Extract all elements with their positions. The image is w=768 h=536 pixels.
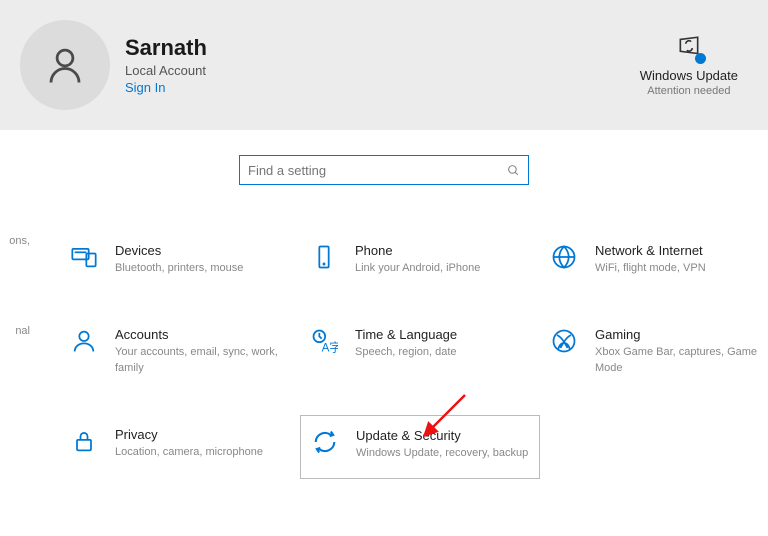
category-sub: Speech, region, date: [355, 345, 457, 360]
cropped-left-column: ons, nal: [0, 235, 30, 415]
header-bar: Sarnath Local Account Sign In Windows Up…: [0, 0, 768, 130]
category-title: Network & Internet: [595, 243, 706, 258]
category-sub: Bluetooth, printers, mouse: [115, 261, 243, 276]
category-title: Gaming: [595, 327, 768, 342]
category-title: Update & Security: [356, 428, 528, 443]
category-title: Devices: [115, 243, 243, 258]
category-time-language[interactable]: A字 Time & Language Speech, region, date: [300, 319, 540, 384]
lock-icon: [68, 427, 100, 455]
category-title: Privacy: [115, 427, 263, 442]
signin-link[interactable]: Sign In: [125, 80, 207, 95]
time-language-icon: A字: [308, 327, 340, 355]
sync-badge-icon: [674, 34, 704, 62]
categories-grid: Devices Bluetooth, printers, mouse Phone…: [0, 235, 768, 479]
category-accounts[interactable]: Accounts Your accounts, email, sync, wor…: [60, 319, 300, 384]
phone-icon: [308, 243, 340, 271]
user-block[interactable]: Sarnath Local Account Sign In: [20, 20, 207, 110]
avatar: [20, 20, 110, 110]
xbox-icon: [548, 327, 580, 355]
category-title: Time & Language: [355, 327, 457, 342]
category-gaming[interactable]: Gaming Xbox Game Bar, captures, Game Mod…: [540, 319, 768, 384]
windows-update-tile[interactable]: Windows Update Attention needed: [640, 34, 738, 97]
category-sub: Location, camera, microphone: [115, 445, 263, 460]
category-sub: Windows Update, recovery, backup: [356, 446, 528, 461]
user-info: Sarnath Local Account Sign In: [125, 35, 207, 95]
category-sub: WiFi, flight mode, VPN: [595, 261, 706, 276]
sync-icon: [309, 428, 341, 456]
category-sub: Your accounts, email, sync, work, family: [115, 345, 292, 376]
category-devices[interactable]: Devices Bluetooth, printers, mouse: [60, 235, 300, 284]
user-name: Sarnath: [125, 35, 207, 61]
category-network[interactable]: Network & Internet WiFi, flight mode, VP…: [540, 235, 768, 284]
svg-text:A字: A字: [322, 341, 338, 355]
category-phone[interactable]: Phone Link your Android, iPhone: [300, 235, 540, 284]
category-sub: Link your Android, iPhone: [355, 261, 480, 276]
search-field[interactable]: [248, 163, 507, 178]
person-outline-icon: [68, 327, 100, 355]
category-privacy[interactable]: Privacy Location, camera, microphone: [60, 419, 300, 478]
category-title: Accounts: [115, 327, 292, 342]
windows-update-title: Windows Update: [640, 68, 738, 83]
windows-update-sub: Attention needed: [640, 85, 738, 97]
search-input[interactable]: [239, 155, 529, 185]
globe-icon: [548, 243, 580, 271]
category-sub: Xbox Game Bar, captures, Game Mode: [595, 345, 768, 376]
search-icon: [507, 164, 520, 177]
person-icon: [44, 44, 86, 86]
account-type: Local Account: [125, 63, 207, 78]
category-title: Phone: [355, 243, 480, 258]
attention-dot-icon: [695, 53, 706, 64]
devices-icon: [68, 243, 100, 271]
category-update-security[interactable]: Update & Security Windows Update, recove…: [300, 415, 540, 478]
